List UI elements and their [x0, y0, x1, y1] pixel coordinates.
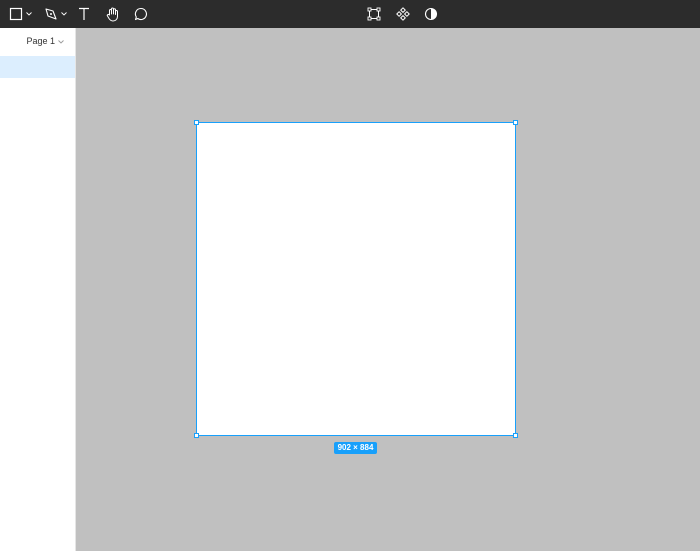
resize-handle-top-left[interactable]	[194, 120, 199, 125]
resize-handle-top-right[interactable]	[513, 120, 518, 125]
selected-frame[interactable]	[194, 120, 518, 438]
components-button[interactable]	[394, 0, 412, 28]
resize-handle-bottom-right[interactable]	[513, 433, 518, 438]
top-toolbar	[0, 0, 700, 28]
hand-icon	[106, 7, 120, 22]
page-picker-label: Page 1	[26, 36, 55, 46]
frame-tool-button[interactable]	[6, 0, 34, 28]
dimension-badge: 902 × 884	[334, 442, 377, 454]
selected-layer-row[interactable]	[0, 56, 75, 78]
text-icon	[78, 7, 90, 21]
text-tool-button[interactable]	[76, 0, 92, 28]
pen-icon	[44, 7, 58, 21]
comment-tool-button[interactable]	[132, 0, 150, 28]
hand-tool-button[interactable]	[104, 0, 122, 28]
pen-tool-button[interactable]	[40, 0, 70, 28]
page-picker[interactable]: Page 1	[26, 36, 64, 46]
resize-handle-bottom-left[interactable]	[194, 433, 199, 438]
comment-icon	[134, 7, 148, 21]
component-icon	[396, 7, 410, 21]
chevron-down-icon[interactable]	[60, 12, 67, 16]
mask-button[interactable]	[422, 0, 440, 28]
half-circle-icon	[424, 7, 438, 21]
frame-corners-icon	[367, 7, 381, 21]
edit-object-button[interactable]	[365, 0, 383, 28]
square-icon	[9, 7, 23, 21]
layers-sidebar: Page 1	[0, 28, 76, 551]
chevron-down-icon	[58, 36, 64, 46]
chevron-down-icon[interactable]	[25, 12, 32, 16]
